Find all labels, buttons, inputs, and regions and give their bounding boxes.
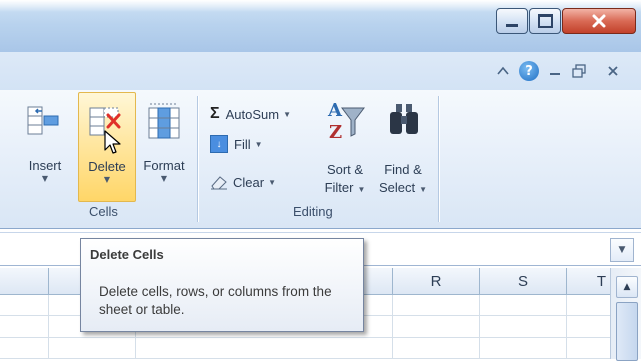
sigma-icon: Σ	[210, 105, 220, 122]
format-label: Format	[143, 158, 185, 173]
mouse-cursor-icon	[104, 130, 121, 154]
sort-filter-button[interactable]: A Z Sort & Filter ▼	[318, 92, 372, 200]
column-gridline	[479, 295, 480, 359]
column-header-r[interactable]: R	[393, 268, 480, 294]
doc-restore-icon[interactable]	[570, 62, 588, 80]
column-gridline	[48, 295, 49, 359]
group-divider	[197, 96, 199, 222]
editing-group-label: Editing	[293, 204, 333, 219]
column-gridline	[566, 295, 567, 359]
help-icon[interactable]: ?	[519, 61, 539, 81]
format-button[interactable]: Format ▼	[136, 92, 192, 200]
document-control-bar: ?	[0, 52, 641, 90]
svg-text:A: A	[327, 100, 343, 121]
autosum-button[interactable]: Σ AutoSum ▼	[210, 104, 291, 124]
find-dropdown-arrow-icon: ▼	[419, 185, 428, 194]
minimize-icon	[506, 23, 518, 27]
fill-dropdown-arrow-icon: ▼	[254, 139, 263, 149]
ribbon: Insert ▼ Delete ▼ Format ▼ Cells Σ AutoS…	[0, 90, 641, 229]
doc-minimize-icon[interactable]	[546, 62, 564, 80]
delete-label: Delete	[88, 159, 126, 174]
close-button[interactable]	[562, 8, 636, 34]
scroll-thumb[interactable]	[616, 302, 638, 361]
sort-label-line2: Filter ▼	[324, 180, 366, 195]
cells-group-label: Cells	[89, 204, 118, 219]
column-header-s[interactable]: S	[480, 268, 567, 294]
delete-cells-tooltip: Delete Cells Delete cells, rows, or colu…	[80, 238, 364, 332]
insert-dropdown-arrow-icon: ▼	[41, 174, 49, 183]
scroll-up-icon[interactable]: ▲	[616, 276, 638, 298]
vertical-scrollbar[interactable]: ▲	[610, 268, 641, 361]
delete-dropdown-arrow-icon: ▼	[103, 175, 111, 184]
maximize-button[interactable]	[529, 8, 561, 34]
sort-label-line1: Sort &	[326, 162, 364, 177]
binoculars-icon	[390, 104, 418, 134]
group-divider-right	[438, 96, 440, 222]
format-dropdown-arrow-icon: ▼	[160, 174, 168, 183]
svg-text:Z: Z	[329, 122, 342, 142]
maximize-icon	[537, 14, 553, 28]
expand-formula-bar-icon[interactable]: ▼	[610, 238, 634, 262]
format-cells-icon	[148, 103, 180, 139]
autosum-label: AutoSum	[225, 106, 280, 122]
doc-close-icon[interactable]	[604, 62, 622, 80]
column-gridline	[392, 295, 393, 359]
row-gridline	[0, 337, 610, 338]
fill-button[interactable]: ↓ Fill ▼	[210, 134, 263, 154]
tooltip-description: Delete cells, rows, or columns from the …	[99, 284, 332, 317]
minimize-button[interactable]	[496, 8, 528, 34]
insert-label: Insert	[28, 158, 62, 173]
find-select-button[interactable]: Find & Select ▼	[374, 92, 432, 200]
insert-cells-icon	[27, 106, 59, 135]
find-label-line2: Select ▼	[378, 180, 428, 195]
find-label-line1: Find &	[384, 162, 422, 177]
fill-label: Fill	[234, 136, 251, 152]
clear-dropdown-arrow-icon: ▼	[268, 177, 276, 187]
sort-filter-icon: A Z	[327, 100, 365, 142]
eraser-icon	[211, 176, 227, 190]
column-header-t[interactable]: T	[567, 268, 610, 294]
autosum-dropdown-arrow-icon: ▼	[283, 109, 292, 119]
close-icon	[592, 14, 606, 28]
tooltip-title: Delete Cells	[90, 247, 164, 262]
fill-down-icon: ↓	[210, 135, 228, 153]
clear-label: Clear	[233, 174, 265, 190]
sort-dropdown-arrow-icon: ▼	[357, 185, 366, 194]
insert-button[interactable]: Insert ▼	[18, 92, 72, 200]
minimize-ribbon-icon[interactable]	[494, 62, 512, 80]
title-bar	[0, 0, 641, 52]
column-header[interactable]	[0, 268, 49, 294]
clear-button[interactable]: Clear ▼	[210, 172, 276, 192]
